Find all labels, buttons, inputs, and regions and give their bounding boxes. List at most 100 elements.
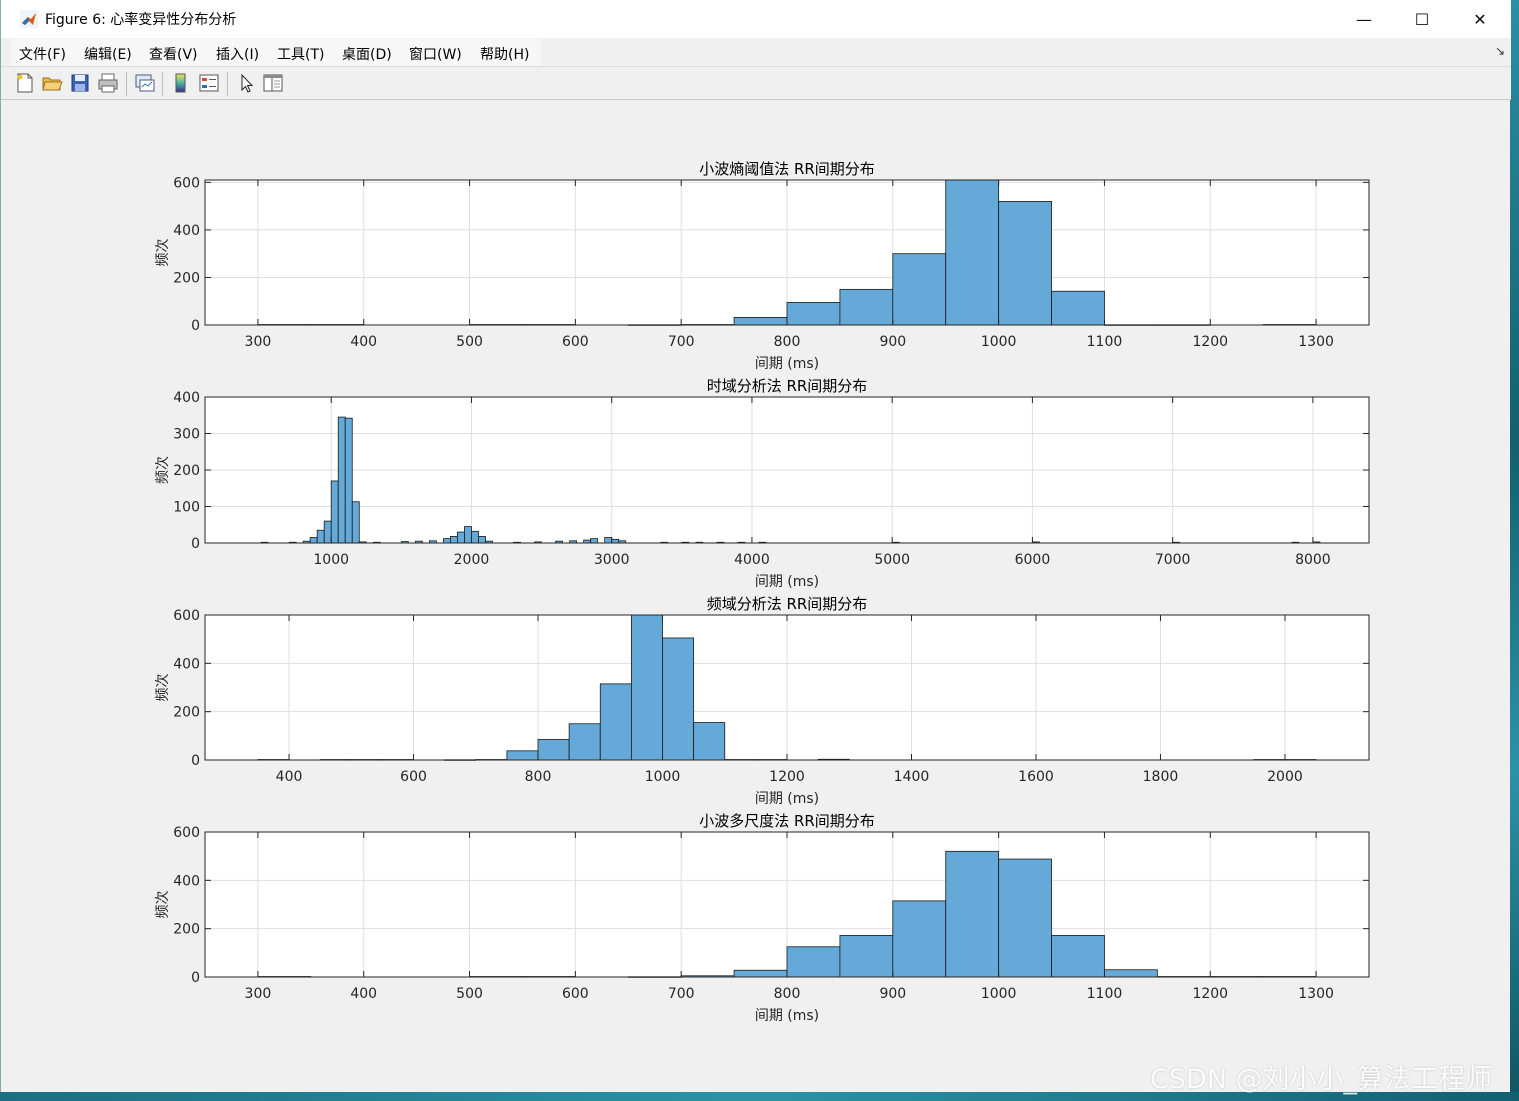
histogram-bar: [945, 850, 1000, 978]
y-tick-label: 600: [173, 825, 200, 841]
legend-icon[interactable]: [198, 72, 220, 94]
x-tick-label: 900: [879, 986, 906, 1002]
histogram-bar: [464, 526, 472, 544]
histogram-bar: [323, 520, 332, 544]
y-tick-label: 0: [191, 318, 200, 334]
x-tick-label: 5000: [874, 552, 910, 568]
histogram-bar: [892, 253, 947, 326]
subplot-title: 时域分析法 RR间期分布: [707, 377, 868, 395]
x-tick-label: 1000: [981, 986, 1017, 1002]
menu-help[interactable]: 帮助(H): [480, 44, 529, 64]
histogram-bar: [337, 416, 346, 544]
minimize-icon: —: [1356, 9, 1372, 29]
y-tick-label: 100: [173, 500, 200, 516]
menu-file[interactable]: 文件(F): [19, 44, 66, 64]
link-plot-icon[interactable]: [134, 72, 156, 94]
y-tick-label: 200: [173, 705, 200, 721]
maximize-icon: ☐: [1414, 9, 1430, 29]
x-tick-label: 500: [456, 986, 483, 1002]
desktop-background-right: [1510, 0, 1519, 1101]
menu-tools[interactable]: 工具(T): [277, 44, 324, 64]
x-tick-label: 4000: [734, 552, 770, 568]
x-tick-label: 800: [774, 334, 801, 350]
histogram-bar: [443, 538, 451, 544]
toolbar-separator: [126, 72, 127, 96]
menu-desktop[interactable]: 桌面(D): [342, 44, 392, 64]
x-tick-label: 300: [245, 986, 272, 1002]
menu-bar: 文件(F) 编辑(E) 查看(V) 插入(I) 工具(T) 桌面(D) 窗口(W…: [1, 38, 1511, 67]
menu-window[interactable]: 窗口(W): [409, 44, 462, 64]
x-tick-label: 600: [562, 986, 589, 1002]
histogram-bar: [309, 537, 318, 544]
subplot-title: 小波熵阈值法 RR间期分布: [699, 160, 875, 178]
y-tick-label: 400: [173, 873, 200, 889]
histogram-bar: [1051, 290, 1105, 326]
x-tick-label: 3000: [594, 552, 630, 568]
print-icon[interactable]: [97, 72, 119, 94]
subplot-3: 400 600 800 1000 1200 1400 1600 1800 2000 0 200 400…: [155, 595, 1370, 807]
x-tick-label: 800: [774, 986, 801, 1002]
histogram-bar: [786, 946, 841, 978]
open-file-icon[interactable]: [41, 72, 63, 94]
maximize-button[interactable]: ☐: [1393, 0, 1451, 38]
y-tick-label: 400: [173, 390, 200, 406]
x-tick-label: 1100: [1087, 334, 1123, 350]
y-tick-label: 0: [191, 970, 200, 986]
x-tick-label: 7000: [1155, 552, 1191, 568]
x-tick-label: 1300: [1298, 334, 1334, 350]
x-tick-label: 8000: [1295, 552, 1331, 568]
save-icon[interactable]: [69, 72, 91, 94]
y-axis-label: 频次: [155, 239, 171, 267]
histogram-bar: [457, 531, 465, 544]
histogram-bar: [599, 683, 632, 761]
x-tick-label: 400: [350, 334, 377, 350]
x-tick-label: 1600: [1018, 769, 1054, 785]
dock-arrow-icon[interactable]: ↘: [1495, 44, 1505, 58]
close-button[interactable]: ✕: [1451, 0, 1509, 38]
x-tick-label: 1000: [645, 769, 681, 785]
histogram-bar: [786, 302, 841, 326]
title-bar[interactable]: Figure 6: 心率变异性分布分析 — ☐ ✕: [1, 0, 1511, 38]
colorbar-icon[interactable]: [170, 72, 192, 94]
x-tick-label: 1100: [1087, 986, 1123, 1002]
subplot-title: 频域分析法 RR间期分布: [707, 595, 868, 613]
subplot-title: 小波多尺度法 RR间期分布: [699, 812, 875, 830]
x-axis-label: 间期 (ms): [755, 791, 819, 807]
property-inspector-icon[interactable]: [262, 72, 284, 94]
histogram-bar: [590, 538, 599, 544]
menu-edit[interactable]: 编辑(E): [84, 44, 132, 64]
edit-plot-icon[interactable]: [235, 72, 257, 94]
watermark-text: CSDN @刘小小_算法工程师: [1150, 1064, 1493, 1095]
histogram-bar: [1051, 935, 1105, 978]
histogram-bar: [478, 536, 486, 544]
histogram-bar: [450, 536, 458, 544]
toolbar-separator: [227, 72, 228, 96]
histogram-bar: [839, 288, 894, 326]
x-tick-label: 2000: [454, 552, 490, 568]
x-tick-label: 400: [350, 986, 377, 1002]
x-tick-label: 700: [668, 334, 695, 350]
histogram-bar: [662, 637, 695, 761]
x-tick-label: 800: [525, 769, 552, 785]
menu-insert[interactable]: 插入(I): [216, 44, 259, 64]
histogram-bar: [892, 900, 947, 978]
toolbar-separator: [162, 72, 163, 96]
x-axis-label: 间期 (ms): [755, 1008, 819, 1024]
histogram-bar: [568, 723, 601, 761]
menu-view[interactable]: 查看(V): [149, 44, 198, 64]
x-tick-label: 300: [245, 334, 272, 350]
histogram-bar: [733, 969, 788, 978]
histogram-bar: [537, 739, 570, 761]
x-tick-label: 1300: [1298, 986, 1334, 1002]
x-tick-label: 6000: [1015, 552, 1051, 568]
histogram-bar: [611, 538, 620, 544]
histogram-bar: [630, 614, 663, 761]
histogram-bar: [998, 858, 1052, 978]
y-tick-label: 300: [173, 427, 200, 443]
y-tick-label: 400: [173, 223, 200, 239]
minimize-button[interactable]: —: [1335, 0, 1393, 38]
x-tick-label: 1800: [1143, 769, 1179, 785]
y-tick-label: 200: [173, 922, 200, 938]
new-figure-icon[interactable]: [14, 72, 36, 94]
x-tick-label: 1200: [1192, 986, 1228, 1002]
